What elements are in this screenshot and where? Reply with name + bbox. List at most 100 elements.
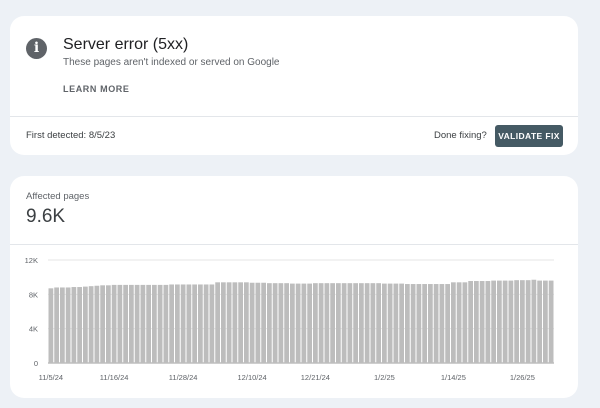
chart-bar bbox=[146, 284, 151, 363]
chart-bar bbox=[77, 287, 82, 363]
x-tick-label: 11/28/24 bbox=[169, 373, 198, 382]
chart-bar bbox=[267, 283, 272, 363]
chart-bar bbox=[129, 284, 134, 363]
chart-bar bbox=[48, 288, 54, 363]
chart-bar bbox=[221, 282, 226, 363]
chart-bar bbox=[445, 284, 450, 363]
learn-more-link[interactable]: LEARN MORE bbox=[63, 84, 130, 94]
done-fixing-label: Done fixing? bbox=[434, 130, 487, 141]
chart-bar bbox=[111, 284, 117, 363]
y-tick-label: 4K bbox=[29, 325, 38, 334]
chart-bar bbox=[387, 283, 393, 363]
chart-bar bbox=[100, 285, 105, 363]
chart-bar bbox=[485, 281, 491, 363]
chart-bar bbox=[451, 282, 456, 363]
chart-bar bbox=[479, 281, 485, 363]
chart-bar bbox=[203, 284, 209, 363]
chart-bar bbox=[456, 282, 462, 363]
chart-bar bbox=[295, 283, 301, 363]
issue-title: Server error (5xx) bbox=[63, 36, 189, 53]
chart-bar bbox=[278, 283, 284, 363]
chart-bar bbox=[215, 282, 220, 363]
chart-bar bbox=[163, 284, 169, 363]
chart-bar bbox=[65, 287, 71, 363]
card-divider bbox=[10, 116, 578, 117]
chart-bar bbox=[422, 284, 427, 363]
chart-bar bbox=[238, 282, 243, 363]
chart-bar bbox=[525, 280, 531, 363]
chart-bar bbox=[123, 284, 128, 363]
chart-bar bbox=[370, 283, 376, 363]
chart-bar bbox=[198, 284, 203, 363]
chart-bar bbox=[324, 283, 330, 363]
chart-bar bbox=[410, 284, 416, 363]
chart-bar bbox=[347, 283, 353, 363]
chart-bar bbox=[134, 284, 140, 363]
chart-bar bbox=[117, 284, 123, 363]
chart-bar bbox=[313, 283, 318, 363]
chart-bar bbox=[140, 284, 146, 363]
chart-bar bbox=[330, 283, 335, 363]
chart-bar bbox=[249, 282, 255, 363]
x-tick-label: 12/21/24 bbox=[301, 373, 330, 382]
chart-bar bbox=[157, 284, 163, 363]
chart-bar bbox=[255, 282, 261, 363]
chart-bar bbox=[497, 280, 502, 363]
chart-bar bbox=[290, 283, 295, 363]
chart-bar bbox=[192, 284, 197, 363]
chart-bar bbox=[244, 282, 249, 363]
chart-bar bbox=[382, 283, 387, 363]
chart-bar bbox=[474, 281, 479, 363]
chart-bar bbox=[106, 285, 111, 363]
issue-card: i Server error (5xx) These pages aren't … bbox=[10, 16, 578, 155]
x-tick-label: 12/10/24 bbox=[238, 373, 267, 382]
chart-bar bbox=[94, 285, 100, 363]
chart-bar bbox=[284, 283, 289, 363]
chart-bar bbox=[543, 280, 548, 363]
chart-bar bbox=[180, 284, 186, 363]
chart-bar bbox=[508, 280, 514, 363]
issue-subtitle: These pages aren't indexed or served on … bbox=[63, 57, 280, 68]
chart-bar bbox=[353, 283, 358, 363]
chart-bar bbox=[232, 282, 238, 363]
chart-bar bbox=[462, 282, 468, 363]
validate-fix-button[interactable]: VALIDATE FIX bbox=[495, 125, 563, 147]
chart-bar bbox=[439, 284, 445, 363]
chart-bar bbox=[226, 282, 232, 363]
chart-bar bbox=[405, 284, 410, 363]
chart-bar bbox=[399, 283, 404, 363]
affected-pages-card: Affected pages 9.6K 0 4K 8K 12K 11/5/24 11/16… bbox=[10, 176, 578, 398]
y-tick-label: 8K bbox=[29, 290, 38, 299]
affected-pages-value: 9.6K bbox=[26, 206, 66, 227]
chart-bar bbox=[83, 286, 88, 363]
chart-bar bbox=[152, 284, 157, 363]
chart-bar bbox=[531, 279, 537, 363]
x-tick-label: 11/5/24 bbox=[39, 373, 63, 382]
chart-bar bbox=[209, 284, 215, 363]
chart-bar bbox=[428, 284, 433, 363]
affected-pages-label: Affected pages bbox=[26, 191, 90, 202]
affected-pages-chart: 0 4K 8K 12K 11/5/24 11/16/24 11/28/24 12/10/24 1… bbox=[25, 256, 554, 382]
info-icon: i bbox=[26, 38, 47, 59]
x-tick-label: 11/16/24 bbox=[100, 373, 129, 382]
x-tick-label: 1/26/25 bbox=[510, 373, 535, 382]
chart-bar bbox=[514, 280, 519, 363]
chart-bar bbox=[537, 280, 542, 363]
first-detected-text: First detected: 8/5/23 bbox=[26, 130, 116, 141]
chart-bar bbox=[433, 284, 439, 363]
chart-bar bbox=[376, 283, 381, 363]
chart-bar bbox=[359, 283, 364, 363]
x-tick-label: 1/2/25 bbox=[374, 373, 395, 382]
chart-bar bbox=[336, 283, 341, 363]
chart-bar bbox=[468, 281, 473, 363]
chart-bar bbox=[60, 287, 65, 363]
chart-bar bbox=[169, 284, 174, 363]
chart-bar bbox=[186, 284, 192, 363]
chart-bar bbox=[393, 283, 399, 363]
chart-bar bbox=[548, 280, 554, 363]
chart-bar bbox=[416, 284, 422, 363]
chart-bar bbox=[301, 283, 307, 363]
chart-bar bbox=[491, 280, 496, 363]
chart-bar bbox=[318, 283, 324, 363]
chart-bar bbox=[261, 282, 266, 363]
